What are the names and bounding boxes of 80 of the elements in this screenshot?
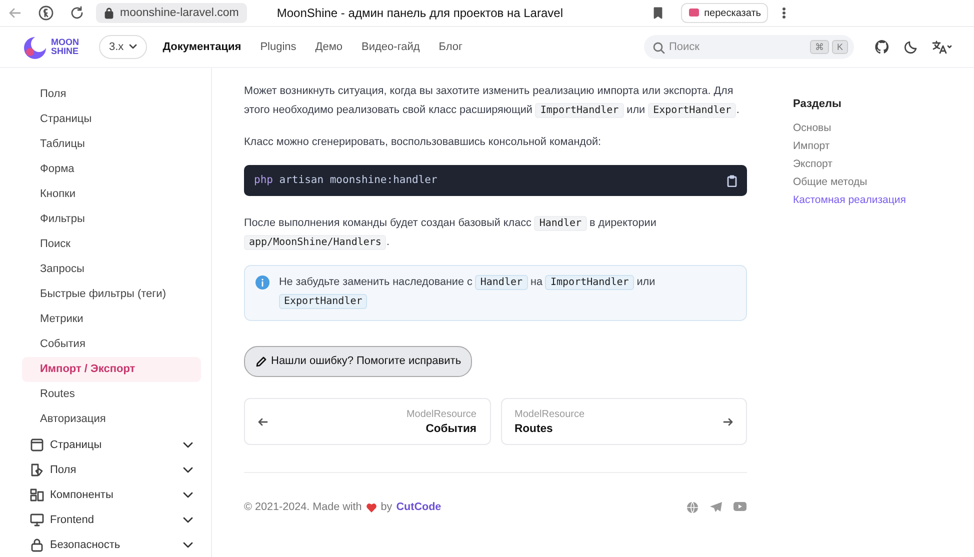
sidebar-item[interactable]: Запросы: [22, 257, 201, 282]
summary-icon: [688, 7, 700, 19]
next-page-card[interactable]: ModelResource Routes: [500, 398, 747, 445]
toc-link[interactable]: Общие методы: [793, 173, 906, 191]
chevron-down-icon: [183, 442, 193, 448]
paragraph: После выполнения команды будет создан базовый класс Handler в директории app/MoonShine/Handlers .: [244, 215, 658, 252]
toc-link[interactable]: Основы: [793, 119, 906, 137]
shortcut-key: K: [832, 40, 848, 54]
sidebar-item[interactable]: Авторизация: [22, 407, 201, 432]
sidebar-group[interactable]: Безопасность: [22, 532, 201, 557]
translate-icon[interactable]: [932, 40, 952, 54]
sidebar-item[interactable]: Поля: [22, 82, 201, 107]
sidebar-item[interactable]: Импорт / Экспорт: [22, 357, 201, 382]
chevron-down-icon: [183, 492, 193, 498]
lock-icon: [104, 7, 114, 19]
sidebar-item[interactable]: Поиск: [22, 232, 201, 257]
toc-link[interactable]: Импорт: [793, 137, 906, 155]
github-icon[interactable]: [874, 39, 890, 55]
nav-link[interactable]: Видео-гайд: [362, 41, 420, 53]
shortcut-key: ⌘: [810, 40, 829, 54]
code-block: php artisan moonshine:handler: [244, 165, 747, 196]
sidebar-group[interactable]: Страницы: [22, 432, 201, 457]
bookmark-icon[interactable]: [653, 7, 664, 19]
paragraph: Может возникнуть ситуация, когда вы захотите изменить реализацию импорта или экспорта. Для этого необходимо реализовать свой класс расширяющий ImportHandler или ExportHandler .: [244, 84, 740, 120]
sidebar-item[interactable]: Таблицы: [22, 132, 201, 157]
sidebar-item[interactable]: Форма: [22, 157, 201, 182]
sidebar-group[interactable]: Frontend: [22, 507, 201, 532]
chevron-down-icon: [183, 542, 193, 548]
yandex-icon[interactable]: [38, 5, 54, 21]
more-icon[interactable]: [782, 7, 786, 19]
page-title: MoonShine - админ панель для проектов на Laravel: [276, 6, 564, 20]
nav-link[interactable]: Документация: [162, 41, 242, 53]
previous-page-card[interactable]: ModelResource События: [244, 398, 490, 445]
info-icon: [255, 275, 270, 290]
arrow-right-icon: [723, 418, 733, 426]
edit-button[interactable]: Нашли ошибку? Помогите исправить: [244, 346, 472, 377]
chevron-down-icon: [183, 516, 193, 522]
cutcode-link[interactable]: CutCode: [396, 498, 442, 517]
heart-icon: [366, 502, 377, 512]
sidebar-item[interactable]: Кнопки: [22, 182, 201, 207]
paragraph: Класс можно сгенерировать, воспользовавшись консольной командой:: [244, 135, 602, 150]
sidebar-item[interactable]: События: [22, 332, 201, 357]
nav-link[interactable]: Демо: [315, 41, 343, 53]
pencil-icon: [255, 356, 267, 368]
youtube-icon[interactable]: [733, 501, 747, 512]
blocks-icon: [30, 488, 44, 502]
sidebar-item[interactable]: Routes: [22, 382, 201, 407]
nav-link[interactable]: Блог: [438, 41, 463, 53]
sidebar-item[interactable]: Страницы: [22, 107, 201, 132]
version-select[interactable]: 3.x: [99, 35, 147, 59]
telegram-icon[interactable]: [709, 501, 723, 513]
sidebar-item[interactable]: Фильтры: [22, 207, 201, 232]
copy-icon[interactable]: [727, 174, 737, 186]
toc-title: Разделы: [793, 98, 842, 110]
chevron-down-icon: [128, 44, 137, 50]
footer-text: by: [380, 500, 392, 515]
lock-icon: [30, 538, 44, 552]
sidebar-item[interactable]: Метрики: [22, 307, 201, 332]
address-bar[interactable]: moonshine-laravel.com: [96, 3, 247, 23]
summarize-button[interactable]: пересказать: [681, 3, 768, 23]
reload-icon[interactable]: [70, 6, 84, 20]
sidebar-group[interactable]: Компоненты: [22, 482, 201, 507]
note-text: Не забудьте заменить наследование с Handler на ImportHandler или ExportHandler: [279, 274, 656, 311]
logo-text: SHINE: [51, 47, 79, 56]
logo-text: MOON: [51, 38, 79, 47]
monitor-icon: [30, 512, 44, 526]
url-text: moonshine-laravel.com: [120, 7, 239, 19]
chevron-down-icon: [183, 466, 193, 472]
moon-theme-icon[interactable]: [904, 40, 918, 54]
nav-link[interactable]: Plugins: [260, 41, 296, 53]
globe-icon[interactable]: [686, 501, 699, 514]
sidebar-group[interactable]: Поля: [22, 457, 201, 482]
arrow-left-icon: [258, 418, 268, 426]
document-icon: [30, 462, 44, 476]
sidebar-item[interactable]: Быстрые фильтры (теги): [22, 282, 201, 307]
search-icon: [653, 42, 665, 54]
toc-link[interactable]: Кастомная реализация: [793, 191, 906, 209]
window-icon: [30, 438, 44, 452]
toc-link[interactable]: Экспорт: [793, 155, 906, 173]
copyright-text: © 2021-2024. Made with: [244, 500, 362, 515]
